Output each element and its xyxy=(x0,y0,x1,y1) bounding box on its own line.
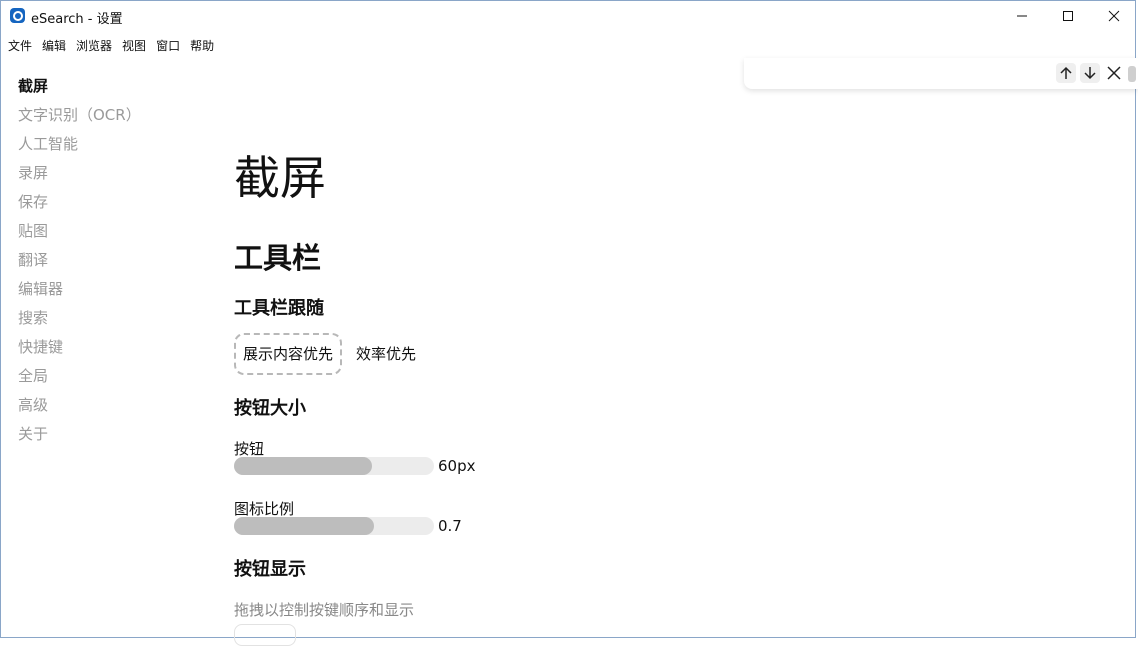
sidebar-item-save[interactable]: 保存 xyxy=(18,190,198,219)
window-title: eSearch - 设置 xyxy=(31,12,123,27)
maximize-icon xyxy=(1063,11,1073,21)
sidebar-item-shortcuts[interactable]: 快捷键 xyxy=(18,335,198,364)
option-content-first[interactable]: 展示内容优先 xyxy=(234,333,343,375)
sidebar-item-translate[interactable]: 翻译 xyxy=(18,248,198,277)
icon-ratio-slider[interactable] xyxy=(234,517,434,535)
sidebar-item-ai[interactable]: 人工智能 xyxy=(18,132,198,161)
icon-ratio-value: 0.7 xyxy=(438,517,462,535)
button-display-heading: 按钮显示 xyxy=(234,559,306,580)
sidebar-item-pin[interactable]: 贴图 xyxy=(18,219,198,248)
find-close-button[interactable] xyxy=(1104,63,1124,83)
toolbar-follow-heading: 工具栏跟随 xyxy=(234,298,324,319)
option-efficiency-first[interactable]: 效率优先 xyxy=(349,335,423,373)
button-size-label: 按钮 xyxy=(234,440,265,458)
close-icon xyxy=(1107,66,1121,80)
icon-ratio-label: 图标比例 xyxy=(234,500,295,518)
icon-ratio-slider-fill xyxy=(234,517,374,535)
menu-file[interactable]: 文件 xyxy=(8,37,32,55)
title-bar[interactable]: eSearch - 设置 xyxy=(0,0,1138,32)
find-previous-button[interactable] xyxy=(1056,63,1076,83)
button-size-slider-fill xyxy=(234,457,372,475)
minimize-icon xyxy=(1017,15,1027,17)
button-display-hint: 拖拽以控制按键顺序和显示 xyxy=(234,601,415,619)
minimize-button[interactable] xyxy=(999,0,1045,32)
sidebar-item-screenshot[interactable]: 截屏 xyxy=(18,74,198,103)
menu-window[interactable]: 窗口 xyxy=(156,37,180,55)
toolbar-button-list[interactable] xyxy=(234,624,296,646)
menu-browser[interactable]: 浏览器 xyxy=(76,37,112,55)
section-title-toolbar: 工具栏 xyxy=(234,241,322,275)
close-icon xyxy=(1108,10,1120,22)
arrow-down-icon xyxy=(1084,67,1096,80)
close-window-button[interactable] xyxy=(1091,0,1137,32)
find-scrollbar[interactable] xyxy=(1128,66,1136,82)
menu-view[interactable]: 视图 xyxy=(122,37,146,55)
sidebar-item-record[interactable]: 录屏 xyxy=(18,161,198,190)
find-bar xyxy=(744,58,1138,89)
maximize-button[interactable] xyxy=(1045,0,1091,32)
sidebar-item-about[interactable]: 关于 xyxy=(18,422,198,451)
button-size-slider[interactable] xyxy=(234,457,434,475)
menu-edit[interactable]: 编辑 xyxy=(42,37,66,55)
sidebar-nav: 截屏 文字识别（OCR） 人工智能 录屏 保存 贴图 翻译 编辑器 搜索 快捷键… xyxy=(18,74,198,451)
button-size-value: 60px xyxy=(438,457,476,475)
sidebar-item-ocr[interactable]: 文字识别（OCR） xyxy=(18,103,198,132)
sidebar-item-search[interactable]: 搜索 xyxy=(18,306,198,335)
button-size-heading: 按钮大小 xyxy=(234,398,306,419)
sidebar-item-advanced[interactable]: 高级 xyxy=(18,393,198,422)
find-next-button[interactable] xyxy=(1080,63,1100,83)
esearch-logo-icon xyxy=(10,8,25,23)
sidebar-item-editor[interactable]: 编辑器 xyxy=(18,277,198,306)
menu-bar: 文件 编辑 浏览器 视图 窗口 帮助 xyxy=(8,37,224,55)
menu-help[interactable]: 帮助 xyxy=(190,37,214,55)
arrow-up-icon xyxy=(1060,66,1072,79)
sidebar-item-global[interactable]: 全局 xyxy=(18,364,198,393)
toolbar-follow-selector: 展示内容优先 效率优先 xyxy=(234,333,423,375)
page-title: 截屏 xyxy=(234,151,326,205)
